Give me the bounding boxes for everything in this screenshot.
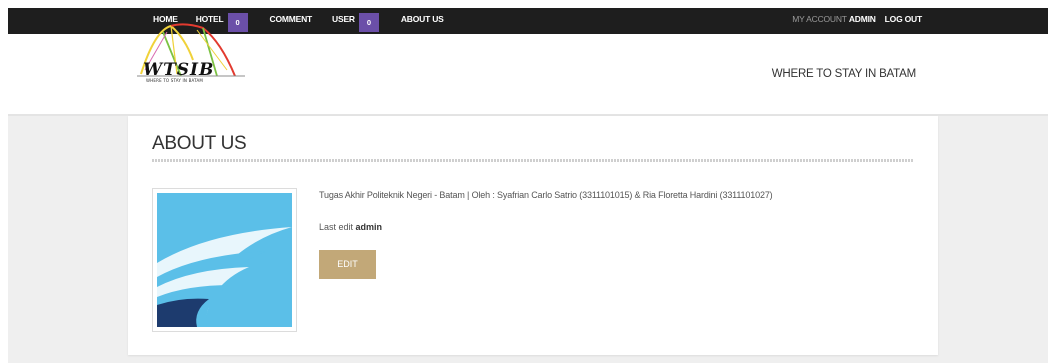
- about-image: [152, 188, 297, 332]
- account-menu: MY ACCOUNT ADMIN LOG OUT: [792, 8, 922, 34]
- edit-button[interactable]: EDIT: [319, 250, 376, 279]
- nav-about-us[interactable]: ABOUT US: [401, 8, 444, 24]
- last-edit-info: Last edit admin: [319, 222, 383, 232]
- logo-subtext: WHERE TO STAY IN BATAM: [146, 78, 204, 83]
- my-account-link[interactable]: MY ACCOUNT ADMIN: [792, 8, 876, 24]
- account-username: ADMIN: [848, 14, 876, 24]
- about-description: Tugas Akhir Politeknik Negeri - Batam | …: [319, 190, 773, 200]
- title-divider: [152, 159, 914, 162]
- page-title: ABOUT US: [152, 133, 247, 154]
- last-edit-user: admin: [355, 222, 383, 232]
- polytechnic-logo-icon: [157, 193, 292, 327]
- user-count-badge: 0: [358, 13, 379, 32]
- nav-user[interactable]: USER 0: [332, 8, 379, 32]
- logo-text: WTSIB: [143, 60, 215, 80]
- logout-link[interactable]: LOG OUT: [885, 8, 923, 24]
- nav-comment[interactable]: COMMENT: [270, 8, 313, 24]
- site-title: WHERE TO STAY IN BATAM: [771, 68, 916, 80]
